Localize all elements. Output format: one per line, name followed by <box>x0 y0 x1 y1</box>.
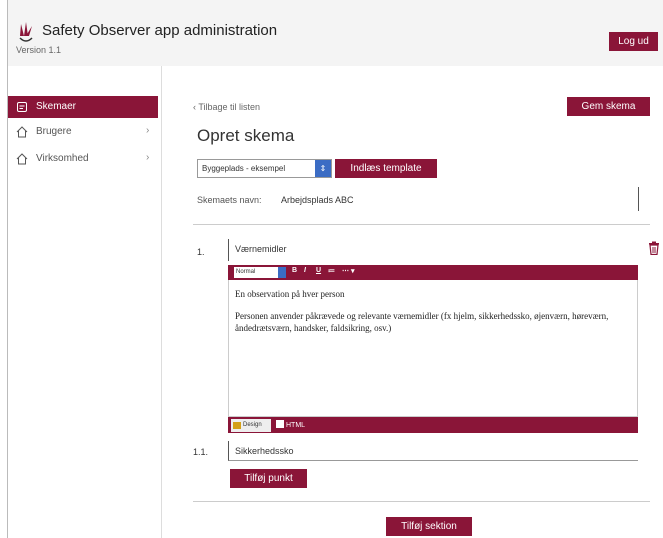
trash-icon[interactable] <box>648 241 660 255</box>
pencil-icon <box>233 422 241 429</box>
app-version: Version 1.1 <box>16 45 62 55</box>
safety-observer-logo-icon <box>19 22 33 42</box>
format-select[interactable]: Normal <box>234 267 286 278</box>
underline-button[interactable]: U <box>316 267 321 274</box>
app-header: Safety Observer app administration Versi… <box>7 0 663 66</box>
form-icon <box>17 102 27 112</box>
list-button[interactable]: ≔ <box>328 267 335 275</box>
back-to-list-link[interactable]: ‹ Tilbage til listen <box>193 102 260 112</box>
html-mode-label: HTML <box>286 422 306 429</box>
main-content: ‹ Tilbage til listen Gem skema Opret ske… <box>163 66 663 538</box>
form-name-label: Skemaets navn: <box>197 195 262 205</box>
design-mode-tab[interactable]: Design <box>231 419 271 432</box>
sidebar-item-skemaer[interactable]: Skemaer <box>8 96 158 118</box>
italic-button[interactable]: I <box>304 267 306 274</box>
load-template-button[interactable]: Indlæs template <box>335 159 437 178</box>
form-name-input[interactable]: Arbejdsplads ABC <box>281 195 354 205</box>
sidebar-item-label: Brugere <box>36 126 72 137</box>
divider <box>193 224 650 225</box>
editor-mode-bar: Design HTML <box>228 417 638 433</box>
rich-text-editor[interactable]: En observation på hver person Personen a… <box>228 280 638 417</box>
add-section-button[interactable]: Tilføj sektion <box>386 517 472 536</box>
sidebar-item-label: Virksomhed <box>36 153 89 164</box>
template-select-value: Byggeplads - eksempel <box>202 164 286 173</box>
sidebar: Skemaer Brugere › Virksomhed › <box>7 66 162 538</box>
more-options-button[interactable]: ⋯ ▾ <box>342 267 354 275</box>
sidebar-item-brugere[interactable]: Brugere › <box>8 121 158 143</box>
chevron-right-icon: › <box>146 152 150 163</box>
editor-toolbar: Normal B I U ≔ ⋯ ▾ <box>228 265 638 280</box>
sidebar-item-label: Skemaer <box>36 101 77 112</box>
save-form-button[interactable]: Gem skema <box>567 97 650 116</box>
add-point-button[interactable]: Tilføj punkt <box>230 469 307 488</box>
bold-button[interactable]: B <box>292 267 297 274</box>
format-select-value: Normal <box>236 269 256 275</box>
select-arrows-icon <box>278 267 286 278</box>
template-select[interactable]: Byggeplads - eksempel ⇕ <box>197 159 332 178</box>
section-number: 1. <box>197 247 205 257</box>
item-input[interactable]: Sikkerhedssko <box>228 441 638 461</box>
html-icon <box>276 420 284 428</box>
page-title: Opret skema <box>197 126 295 145</box>
chevron-right-icon: › <box>146 125 150 136</box>
text-cursor <box>638 187 639 211</box>
app-title: Safety Observer app administration <box>42 22 278 39</box>
html-mode-tab[interactable]: HTML <box>276 420 305 429</box>
home-icon <box>16 126 28 138</box>
select-arrows-icon: ⇕ <box>315 160 331 177</box>
design-mode-label: Design <box>243 422 262 428</box>
section-title-input[interactable]: Værnemidler <box>228 239 638 261</box>
divider <box>193 501 650 502</box>
item-number: 1.1. <box>193 447 209 457</box>
editor-paragraph: Personen anvender påkrævede og relevante… <box>235 311 609 333</box>
home-icon <box>16 153 28 165</box>
editor-paragraph: En observation på hver person <box>235 289 345 299</box>
sidebar-item-virksomhed[interactable]: Virksomhed › <box>8 148 158 170</box>
logout-button[interactable]: Log ud <box>609 32 658 51</box>
